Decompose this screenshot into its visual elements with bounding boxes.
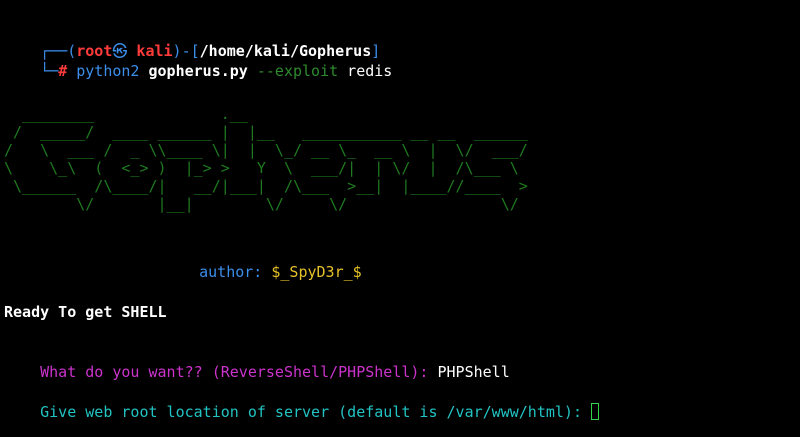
terminal-window[interactable]: ┌──(root㉿ kali)-[/home/kali/Gopherus] └─… [0, 0, 800, 437]
shell-type-answer: PHPShell [437, 363, 510, 381]
prompt-hash: # [58, 62, 77, 80]
shell-type-prompt: What do you want?? (ReverseShell/PHPShel… [40, 363, 438, 381]
author-name: $_SpyD3r_$ [271, 263, 362, 281]
prompt-line-command: └─# python2 gopherus.py --exploit redis [4, 41, 392, 80]
author-label: author: [199, 263, 272, 281]
author-line: author: $_SpyD3r_$ [163, 242, 362, 281]
shell-type-question: What do you want?? (ReverseShell/PHPShel… [4, 342, 510, 381]
web-root-question: Give web root location of server (defaul… [4, 382, 600, 421]
command-script: gopherus.py [148, 62, 248, 80]
command-flag: --exploit [247, 62, 339, 80]
terminal-cursor[interactable] [591, 403, 600, 420]
ready-message: Ready To get SHELL [4, 303, 167, 321]
command-argument: redis [338, 62, 393, 80]
web-root-prompt: Give web root location of server (defaul… [40, 403, 592, 421]
gopherus-ascii-banner: ________ .__ / _____/ ____ ______ | |__ … [4, 105, 528, 213]
prompt-corner-bottom: └─ [40, 62, 59, 80]
command-interpreter: python2 [76, 62, 149, 80]
prompt-line-top: ┌──(root㉿ kali)-[/home/kali/Gopherus] [4, 21, 380, 60]
